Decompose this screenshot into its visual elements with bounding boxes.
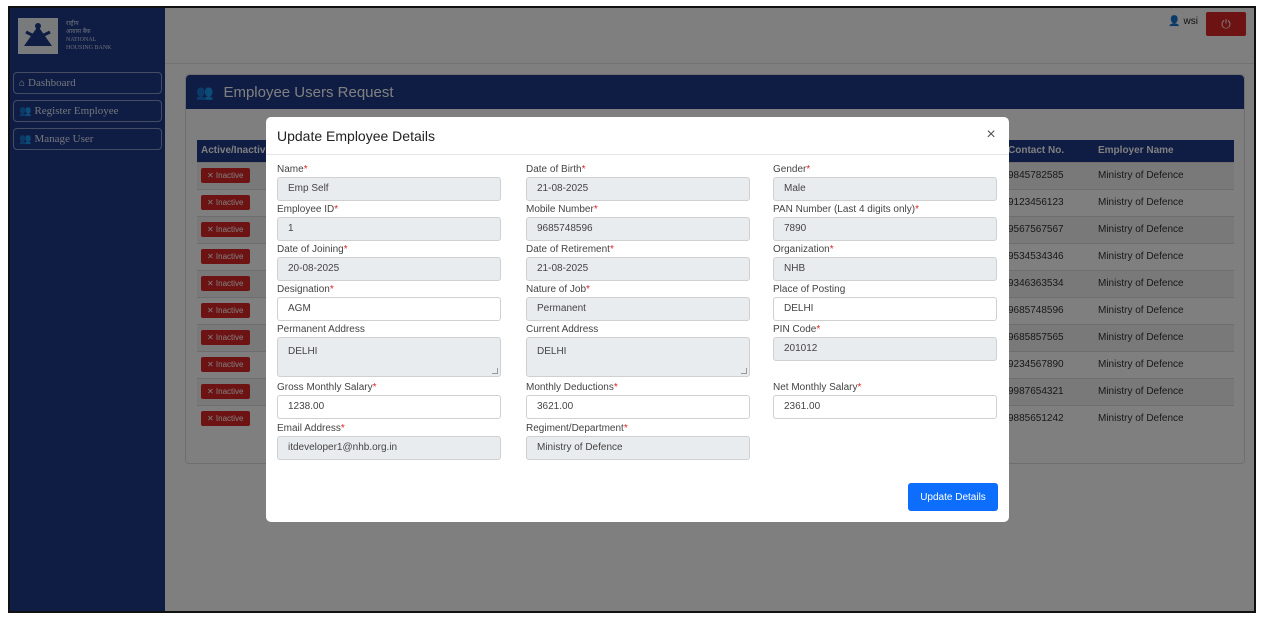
field-label: Gross Monthly Salary [277,382,373,393]
gender-field: Gender* Male [773,164,997,201]
field-label: Name [277,164,304,175]
name-input[interactable]: Emp Self [277,177,501,201]
modal-header: Update Employee Details × [266,117,1009,155]
field-label: Nature of Job [526,284,587,295]
designation-input[interactable]: AGM [277,297,501,321]
field-label: Mobile Number [526,204,594,215]
field-label: Employee ID [277,204,335,215]
field-label: Current Address [526,324,599,335]
deductions-field: Monthly Deductions* 3621.00 [526,382,750,419]
permanent-address-textarea[interactable]: DELHI [277,337,501,377]
field-label: PAN Number (Last 4 digits only) [773,204,916,215]
field-label: Place of Posting [773,284,846,295]
dor-input[interactable]: 21-08-2025 [526,257,750,281]
regiment-input[interactable]: Ministry of Defence [526,436,750,460]
place-of-posting-input[interactable]: DELHI [773,297,997,321]
nature-of-job-input[interactable]: Permanent [526,297,750,321]
dob-input[interactable]: 21-08-2025 [526,177,750,201]
field-label: PIN Code [773,324,817,335]
mobile-input[interactable]: 9685748596 [526,217,750,241]
net-salary-input[interactable]: 2361.00 [773,395,997,419]
field-label: Monthly Deductions [526,382,614,393]
gross-salary-input[interactable]: 1238.00 [277,395,501,419]
modal-title: Update Employee Details [277,127,435,144]
app-frame: राष्ट्रीय आवास बैंक NATIONAL HOUSING BAN… [8,6,1256,613]
gross-salary-field: Gross Monthly Salary* 1238.00 [277,382,501,419]
update-details-button[interactable]: Update Details [908,483,998,511]
current-address-field: Current Address DELHI [526,324,750,377]
organization-input[interactable]: NHB [773,257,997,281]
designation-field: Designation* AGM [277,284,501,321]
field-label: Permanent Address [277,324,365,335]
permanent-address-field: Permanent Address DELHI [277,324,501,377]
close-icon[interactable]: × [981,126,1001,144]
field-label: Date of Birth [526,164,582,175]
pan-field: PAN Number (Last 4 digits only)* 7890 [773,204,997,241]
field-label: Email Address [277,423,341,434]
field-label: Gender [773,164,807,175]
organization-field: Organization* NHB [773,244,997,281]
mobile-field: Mobile Number* 9685748596 [526,204,750,241]
field-label: Organization [773,244,830,255]
deductions-input[interactable]: 3621.00 [526,395,750,419]
current-address-textarea[interactable]: DELHI [526,337,750,377]
field-label: Regiment/Department [526,423,624,434]
nature-of-job-field: Nature of Job* Permanent [526,284,750,321]
employee-id-input[interactable]: 1 [277,217,501,241]
field-label: Designation [277,284,330,295]
pan-input[interactable]: 7890 [773,217,997,241]
pin-code-input[interactable]: 201012 [773,337,997,361]
net-salary-field: Net Monthly Salary* 2361.00 [773,382,997,419]
update-employee-modal: Update Employee Details × Name* Emp Self… [266,117,1009,522]
pin-code-field: PIN Code* 201012 [773,324,997,361]
field-label: Date of Retirement [526,244,610,255]
field-label: Net Monthly Salary [773,382,858,393]
employee-id-field: Employee ID* 1 [277,204,501,241]
email-input[interactable]: itdeveloper1@nhb.org.in [277,436,501,460]
dob-field: Date of Birth* 21-08-2025 [526,164,750,201]
doj-field: Date of Joining* 20-08-2025 [277,244,501,281]
regiment-field: Regiment/Department* Ministry of Defence [526,423,750,460]
email-field: Email Address* itdeveloper1@nhb.org.in [277,423,501,460]
name-field: Name* Emp Self [277,164,501,201]
place-of-posting-field: Place of Posting DELHI [773,284,997,321]
dor-field: Date of Retirement* 21-08-2025 [526,244,750,281]
field-label: Date of Joining [277,244,344,255]
doj-input[interactable]: 20-08-2025 [277,257,501,281]
gender-input[interactable]: Male [773,177,997,201]
